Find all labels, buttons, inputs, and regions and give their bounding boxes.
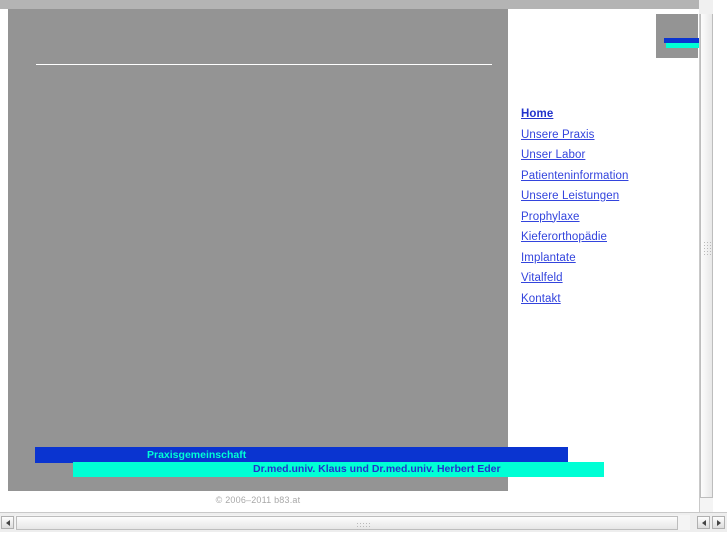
nav-item-prophylaxe[interactable]: Prophylaxe [521,207,701,228]
scroll-left-button[interactable] [1,516,14,529]
horizontal-scrollbar-thumb[interactable] [16,516,678,530]
nav-item-home[interactable]: Home [521,104,701,125]
nav-item-kontakt[interactable]: Kontakt [521,289,701,310]
top-gray-strip [0,0,713,9]
logo-square-icon [656,14,698,58]
scroll-left-arrow-icon [701,519,706,526]
page-viewport: Praxisgemeinschaft Dr.med.univ. Klaus un… [0,0,713,512]
horizontal-scrollbar-grip-icon [357,523,373,530]
main-gray-panel: Praxisgemeinschaft Dr.med.univ. Klaus un… [8,9,604,491]
scroll-left-button-secondary[interactable] [697,516,710,529]
banner-secondary-label: Dr.med.univ. Klaus und Dr.med.univ. Herb… [253,463,501,475]
nav-item-unser-labor[interactable]: Unser Labor [521,145,701,166]
nav-item-patienteninformation[interactable]: Patienteninformation [521,166,701,187]
banner-primary: Praxisgemeinschaft [35,447,568,463]
vertical-scrollbar[interactable] [699,0,713,512]
vertical-scrollbar-thumb[interactable] [700,13,713,498]
scroll-right-button[interactable] [712,516,725,529]
nav-item-kieferorthopaedie[interactable]: Kieferorthopädie [521,227,701,248]
nav-item-implantate[interactable]: Implantate [521,248,701,269]
header-divider-line [36,64,492,65]
scroll-right-arrow-icon [716,519,721,526]
footer-copyright: © 2006–2011 b83.at [215,495,301,505]
scrollbar-corner [699,0,713,14]
main-navigation: Home Unsere Praxis Unser Labor Patienten… [521,104,701,309]
nav-item-unsere-leistungen[interactable]: Unsere Leistungen [521,186,701,207]
vertical-scrollbar-grip-icon [704,242,711,258]
banner-primary-label: Praxisgemeinschaft [147,449,247,461]
nav-item-vitalfeld[interactable]: Vitalfeld [521,268,701,289]
scroll-left-arrow-icon [5,519,10,526]
horizontal-scrollbar[interactable] [0,512,727,532]
browser-window: Praxisgemeinschaft Dr.med.univ. Klaus un… [0,0,727,545]
nav-item-unsere-praxis[interactable]: Unsere Praxis [521,125,701,146]
banner-secondary: Dr.med.univ. Klaus und Dr.med.univ. Herb… [73,462,604,477]
site-logo[interactable] [656,14,713,58]
